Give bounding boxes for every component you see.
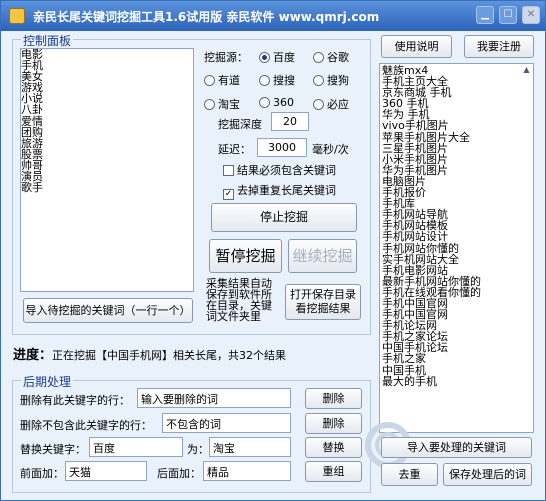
checkmark-icon: ✓ xyxy=(223,189,234,200)
radio-circle xyxy=(259,97,270,108)
replace-to-input[interactable]: 淘宝 xyxy=(209,437,291,457)
delete-not-contains-input[interactable]: 不包含的词 xyxy=(162,413,291,433)
auto-save-note: 采集结果自动保存到软件所在目录，关键词文件夹里 xyxy=(206,277,272,323)
prefix-input[interactable]: 天猫 xyxy=(65,461,147,481)
seed-keyword-item[interactable]: 爱情 xyxy=(21,115,193,126)
depth-input[interactable]: 20 xyxy=(271,112,309,131)
seed-keyword-item[interactable]: 美女 xyxy=(21,71,193,82)
result-item[interactable]: 中国手机 xyxy=(382,364,531,375)
seed-keyword-item[interactable]: 股票 xyxy=(21,149,193,160)
seed-keyword-item[interactable]: 游戏 xyxy=(21,82,193,93)
app-icon xyxy=(9,8,25,24)
delete-contains-button[interactable]: 删除 xyxy=(305,388,362,409)
suffix-label: 后面加： xyxy=(157,467,201,480)
result-item[interactable]: 手机网站设计 xyxy=(382,231,531,242)
minimize-button[interactable]: ▁ xyxy=(476,6,494,24)
replace-from-input[interactable]: 百度 xyxy=(89,437,183,457)
source-radio-youdao[interactable]: 有道 xyxy=(204,72,240,88)
radio-circle xyxy=(313,75,324,86)
delete-not-contains-label: 删除不包含此关键字的行： xyxy=(20,419,152,432)
source-radio-bing[interactable]: 必应 xyxy=(313,96,349,112)
progress-status: 进度：正在挖掘【中国手机网】相关长尾，共32个结果 xyxy=(13,344,286,363)
delete-not-contains-button[interactable]: 删除 xyxy=(305,413,362,434)
seed-keyword-item[interactable]: 演员 xyxy=(21,171,193,182)
stop-mining-button[interactable]: 停止挖掘 xyxy=(211,203,357,232)
delete-contains-label: 删除有此关键字的行： xyxy=(20,394,130,407)
seed-keyword-item[interactable]: 八卦 xyxy=(21,104,193,115)
result-item[interactable]: 苹果手机图片大全 xyxy=(382,131,531,142)
seed-keyword-item[interactable]: 帅哥 xyxy=(21,160,193,171)
source-label: 挖掘源： xyxy=(204,51,248,64)
control-panel-title: 控制面板 xyxy=(21,32,74,49)
seed-keyword-item[interactable]: 歌手 xyxy=(21,182,193,193)
checkbox-box xyxy=(223,165,234,176)
scroll-up-icon[interactable]: ▲ xyxy=(521,65,532,76)
register-button[interactable]: 我要注册 xyxy=(464,35,534,58)
source-radio-google[interactable]: 谷歌 xyxy=(313,49,349,65)
source-radio-baidu[interactable]: 百度 xyxy=(259,49,295,65)
resume-mining-button[interactable]: 继续挖掘 xyxy=(288,239,357,273)
delay-input[interactable]: 3000 xyxy=(257,138,307,157)
dedupe-button[interactable]: 去重 xyxy=(381,463,438,486)
seed-keyword-item[interactable]: 手机 xyxy=(21,60,193,71)
radio-circle xyxy=(259,75,270,86)
progress-text: 正在挖掘【中国手机网】相关长尾，共32个结果 xyxy=(52,349,287,362)
maximize-button[interactable]: ☐ xyxy=(499,6,517,24)
pause-mining-button[interactable]: 暂停挖掘 xyxy=(209,239,282,273)
seed-keyword-item[interactable]: 团购 xyxy=(21,127,193,138)
replace-label: 替换关键字： xyxy=(20,443,86,456)
must-contain-checkbox[interactable]: 结果必须包含关键词 xyxy=(223,162,336,178)
save-processed-button[interactable]: 保存处理后的词 xyxy=(443,463,532,486)
import-seed-keywords-button[interactable]: 导入待挖掘的关键词（一行一个） xyxy=(23,298,193,323)
radio-circle xyxy=(204,99,215,110)
suffix-input[interactable]: 精品 xyxy=(203,461,291,481)
radio-circle xyxy=(259,52,270,63)
result-item[interactable]: 手机网站你懂的 xyxy=(382,242,531,253)
dedupe-checkbox[interactable]: ✓ 去掉重复长尾关键词 xyxy=(223,182,336,200)
result-item[interactable]: 手机之家 xyxy=(382,353,531,364)
result-item[interactable]: 最大的手机 xyxy=(382,376,531,387)
depth-label: 挖掘深度 xyxy=(218,118,262,131)
title-bar: 亲民长尾关键词挖掘工具1.6试用版 亲民软件 www.qmrj.com ▁ ☐ … xyxy=(1,1,545,31)
radio-circle xyxy=(313,99,324,110)
seed-keyword-item[interactable]: 电影 xyxy=(21,49,193,60)
delay-unit: 毫秒/次 xyxy=(312,143,349,156)
seed-keyword-item[interactable]: 旅游 xyxy=(21,138,193,149)
post-processing-title: 后期处理 xyxy=(21,373,74,390)
source-radio-360[interactable]: 360 xyxy=(259,96,294,109)
delay-label: 延迟： xyxy=(218,143,251,156)
seed-keyword-list[interactable]: 电影 手机 美女 游戏 小说 八卦 爱情 团购 旅游 股票 帅哥 演员 歌手 xyxy=(20,48,194,292)
result-item[interactable]: vivo手机图片 xyxy=(382,120,531,131)
open-save-dir-button[interactable]: 打开保存目录 看挖掘结果 xyxy=(285,284,361,320)
radio-circle xyxy=(204,75,215,86)
import-processing-keywords-button[interactable]: 导入要处理的关键词 xyxy=(381,437,532,458)
source-radio-taobao[interactable]: 淘宝 xyxy=(204,96,240,112)
source-radio-sogou[interactable]: 搜狗 xyxy=(313,72,349,88)
help-button[interactable]: 使用说明 xyxy=(381,35,452,58)
window-title: 亲民长尾关键词挖掘工具1.6试用版 亲民软件 www.qmrj.com xyxy=(33,10,380,24)
seed-keyword-item[interactable]: 小说 xyxy=(21,93,193,104)
regroup-button[interactable]: 重组 xyxy=(305,461,362,482)
prefix-label: 前面加： xyxy=(20,467,64,480)
replace-to-label: 为： xyxy=(187,443,209,456)
source-radio-soso[interactable]: 搜搜 xyxy=(259,72,295,88)
delete-contains-input[interactable]: 输入要删除的词 xyxy=(137,388,291,408)
app-window: 亲民长尾关键词挖掘工具1.6试用版 亲民软件 www.qmrj.com ▁ ☐ … xyxy=(0,0,546,501)
replace-button[interactable]: 替换 xyxy=(305,437,362,458)
radio-circle xyxy=(313,52,324,63)
results-list[interactable]: ▲ 魅族mx4 手机主页大全 京东商城 手机 360 手机 华为 手机 vivo手机图片苹… xyxy=(379,63,534,433)
close-button[interactable]: ✕ xyxy=(522,6,540,24)
progress-label: 进度： xyxy=(13,348,53,363)
